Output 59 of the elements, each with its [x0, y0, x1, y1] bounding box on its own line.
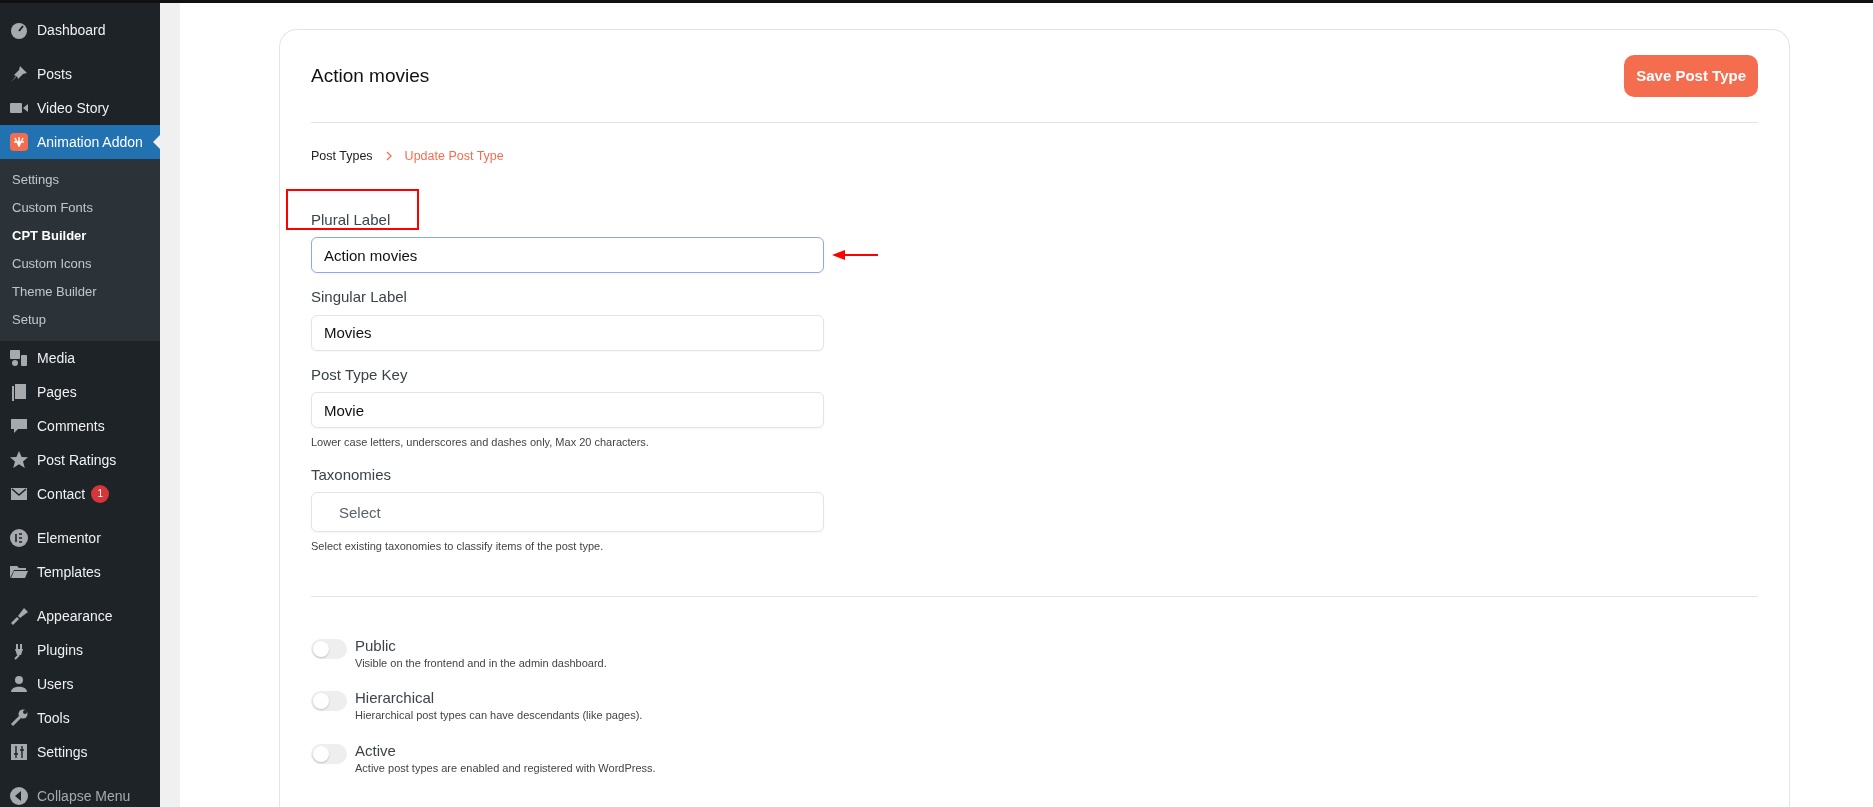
toggle-description: Active post types are enabled and registered with WordPress. [355, 760, 656, 776]
sidebar-item[interactable]: Appearance [0, 599, 160, 633]
elementor-icon [9, 528, 29, 548]
sidebar-item[interactable]: Video Story [0, 91, 160, 125]
sidebar-item[interactable]: Pages [0, 375, 160, 409]
sidebar-item[interactable]: Animation Addon [0, 125, 160, 159]
collapse-menu-button[interactable]: Collapse Menu [0, 779, 160, 807]
sidebar-item[interactable]: Elementor [0, 521, 160, 555]
pin-icon [9, 64, 29, 84]
toggle-switch[interactable] [311, 743, 347, 764]
star-icon [9, 450, 29, 470]
page-title: Action movies [311, 64, 430, 88]
sidebar-item[interactable]: Users [0, 667, 160, 701]
submenu-item[interactable]: Custom Icons [0, 250, 160, 278]
text-input-field[interactable]: Action movies [311, 237, 824, 274]
chevron-right-icon [384, 151, 393, 162]
arrow-icon [832, 250, 878, 261]
help-text: Lower case letters, underscores and dashes only, Max 20 characters. [311, 435, 650, 451]
sidebar-item[interactable]: Tools [0, 701, 160, 735]
sidebar-item[interactable]: Posts [0, 57, 160, 91]
toggle-label: Hierarchical [355, 689, 436, 708]
text-input-field[interactable]: Movies [311, 314, 824, 351]
toggle-switch[interactable] [311, 638, 347, 659]
sidebar-item[interactable]: Plugins [0, 633, 160, 667]
toggle-description: Visible on the frontend and in the admin dashboard. [355, 655, 607, 671]
submenu-item[interactable]: Setup [0, 306, 160, 334]
toggle-description: Hierarchical post types can have descendants (like pages). [355, 708, 643, 724]
user-icon [9, 674, 29, 694]
dashboard-icon [9, 20, 29, 40]
wrench-icon [9, 708, 29, 728]
sidebar-item[interactable]: Post Ratings [0, 443, 160, 477]
sidebar-item[interactable]: Contact 1 [0, 477, 160, 511]
submenu-item[interactable]: Theme Builder [0, 278, 160, 306]
sidebar-item[interactable]: Comments [0, 409, 160, 443]
submenu-item[interactable]: CPT Builder [0, 222, 160, 250]
sidebar-item[interactable]: Templates [0, 555, 160, 589]
submenu-item[interactable]: Custom Fonts [0, 194, 160, 222]
breadcrumb-link[interactable]: Post Types [311, 147, 373, 166]
sidebar-item[interactable]: Settings [0, 735, 160, 769]
select-field[interactable]: Select [311, 492, 824, 533]
toggle-switch[interactable] [311, 691, 347, 712]
submenu-item[interactable]: Settings [0, 166, 160, 194]
help-text: Select existing taxonomies to classify items of the post type. [311, 539, 605, 555]
media-icon [9, 348, 29, 368]
paintbrush-icon [9, 606, 29, 626]
field-label: Plural Label [311, 208, 391, 232]
logo-icon [9, 132, 29, 152]
pages-icon [9, 382, 29, 402]
comment-icon [9, 416, 29, 436]
field-label: Singular Label [311, 287, 407, 308]
sidebar-item[interactable]: Dashboard [0, 13, 160, 47]
notification-badge: 1 [91, 485, 110, 503]
sidebar-item[interactable]: Media [0, 341, 160, 375]
toggle-label: Active [355, 741, 397, 760]
text-input-field[interactable]: Movie [311, 392, 824, 429]
field-label: Post Type Key [311, 364, 408, 385]
sliders-icon [9, 742, 29, 762]
field-label: Taxonomies [311, 464, 392, 485]
toggle-label: Public [355, 636, 397, 655]
